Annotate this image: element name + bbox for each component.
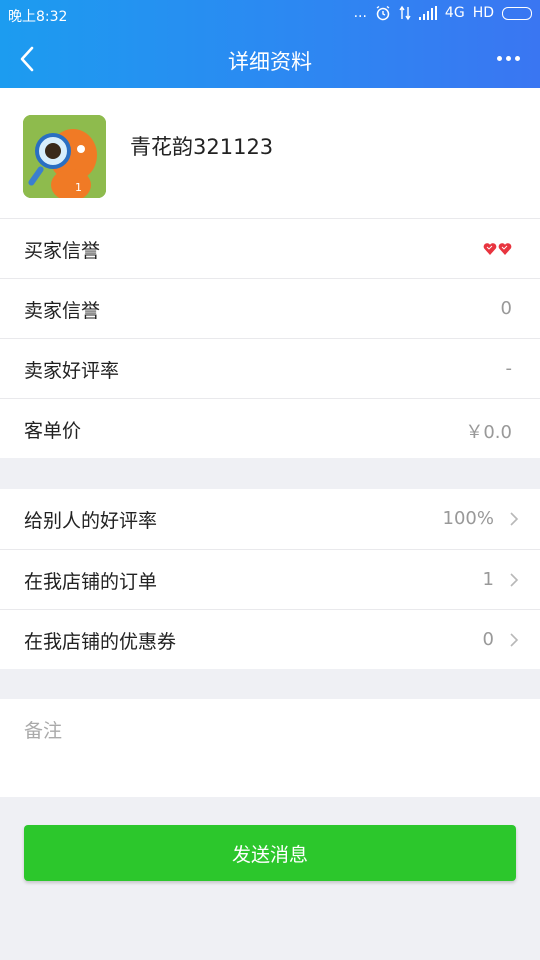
data-transfer-icon: [399, 5, 411, 21]
app-header: 晚上8:32 ... 4G HD 详细资料: [0, 0, 540, 88]
credit-section: 买家信誉 卖家信誉 0 卖家好评率 - 客单价 ￥0.0: [0, 218, 540, 458]
note-field[interactable]: 备注: [0, 699, 540, 797]
row-seller-credit: 卖家信誉 0: [0, 278, 540, 338]
profile-name: 青花韵321123: [130, 135, 274, 159]
heart-rating-icon: [483, 243, 512, 255]
svg-text:1: 1: [75, 181, 82, 194]
profile-card: 1 青花韵321123: [0, 88, 540, 218]
row-label: 给别人的好评率: [24, 510, 158, 532]
alarm-icon: [376, 5, 390, 21]
row-label: 卖家好评率: [24, 360, 120, 382]
row-value: 1: [482, 569, 494, 590]
row-given-positive-rate[interactable]: 给别人的好评率 100%: [0, 489, 540, 549]
note-placeholder: 备注: [24, 720, 63, 742]
row-label: 买家信誉: [24, 240, 101, 262]
row-orders-in-shop[interactable]: 在我店铺的订单 1: [0, 549, 540, 609]
chevron-right-icon: [510, 573, 519, 587]
title-bar: 详细资料: [0, 30, 540, 88]
network-type: 4G: [444, 5, 465, 21]
row-value: 100%: [442, 508, 494, 529]
row-seller-positive-rate: 卖家好评率 -: [0, 338, 540, 398]
row-label: 客单价: [24, 420, 82, 442]
row-value: -: [505, 358, 513, 379]
status-bar: 晚上8:32 ... 4G HD: [0, 0, 540, 30]
stats-section: 给别人的好评率 100% 在我店铺的订单 1 在我店铺的优惠券 0: [0, 489, 540, 669]
row-label: 在我店铺的订单: [24, 571, 158, 593]
row-buyer-credit: 买家信誉: [0, 218, 540, 278]
row-coupons-in-shop[interactable]: 在我店铺的优惠券 0: [0, 609, 540, 669]
avatar-image: 1: [23, 115, 106, 198]
signal-icon: [418, 6, 437, 20]
row-label: 卖家信誉: [24, 300, 101, 322]
status-icons: ... 4G HD: [354, 5, 532, 21]
battery-icon: [502, 6, 532, 20]
status-time: 晚上8:32: [8, 9, 68, 25]
row-label: 在我店铺的优惠券: [24, 631, 177, 653]
row-avg-order-price: 客单价 ￥0.0: [0, 398, 540, 458]
page-title: 详细资料: [228, 50, 312, 74]
more-options-icon[interactable]: [497, 56, 520, 61]
avatar[interactable]: 1: [23, 115, 106, 198]
status-dots: ...: [353, 5, 367, 21]
chevron-right-icon: [510, 512, 519, 526]
send-message-button[interactable]: 发送消息: [24, 825, 516, 881]
hd-indicator: HD: [472, 5, 494, 21]
row-value: 0: [482, 629, 494, 650]
row-value: ￥0.0: [465, 422, 512, 443]
row-value: 0: [500, 298, 512, 319]
chevron-right-icon: [510, 633, 519, 647]
